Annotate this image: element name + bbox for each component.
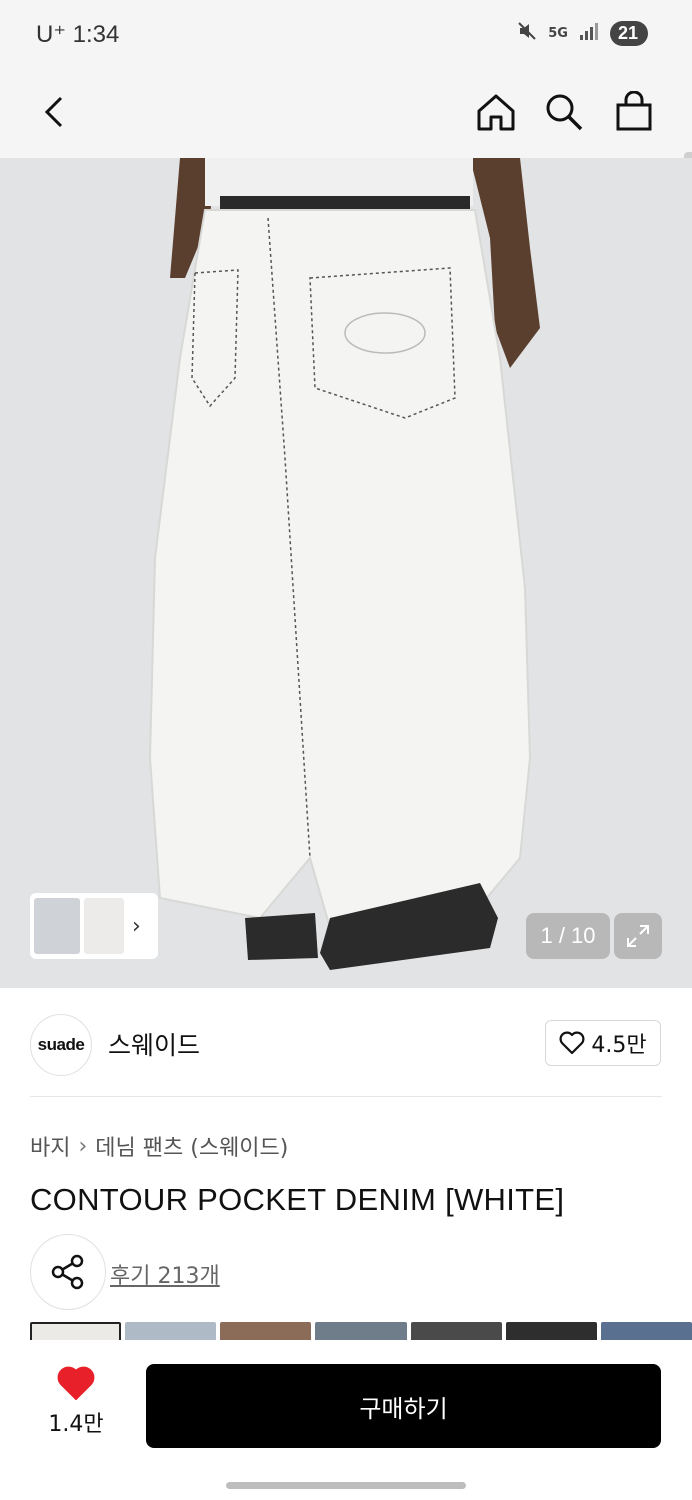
heart-outline-icon [559, 1031, 585, 1055]
bottom-action-bar: 1.4만 구매하기 [0, 1340, 692, 1500]
color-option[interactable] [505, 1322, 597, 1342]
divider [30, 1096, 662, 1097]
buy-button[interactable]: 구매하기 [146, 1364, 661, 1448]
wishlist-count: 1.4만 [48, 1412, 104, 1437]
thumbnail-image[interactable] [84, 898, 124, 954]
brand-like-count: 4.5만 [591, 1033, 647, 1058]
product-photo [0, 158, 692, 988]
search-icon [546, 94, 583, 131]
shopping-bag-icon [616, 91, 652, 131]
color-option[interactable] [410, 1322, 502, 1342]
product-image-gallery[interactable]: › 1 / 10 [0, 158, 692, 988]
signal-icon [578, 21, 600, 46]
status-icons: 5G 21 [516, 20, 648, 47]
app-header [0, 68, 692, 212]
network-label: 5G [548, 26, 568, 41]
color-option[interactable] [315, 1322, 407, 1342]
brand-row: suade 스웨이드 4.5만 [0, 1000, 692, 1096]
chevron-right-icon[interactable]: › [132, 914, 141, 939]
chevron-right-icon: › [78, 1133, 88, 1159]
expand-icon [627, 925, 649, 947]
breadcrumb-item[interactable]: 데님 팬츠 (스웨이드) [95, 1130, 288, 1162]
chevron-left-icon [44, 96, 63, 128]
review-link[interactable]: 후기 213개 [110, 1258, 220, 1290]
brand-name[interactable]: 스웨이드 [108, 1026, 200, 1062]
color-option[interactable] [600, 1322, 692, 1342]
home-indicator[interactable] [226, 1482, 466, 1489]
thumbnail-image[interactable] [34, 898, 80, 954]
wishlist-button[interactable]: 1.4만 [40, 1366, 112, 1446]
color-option[interactable] [220, 1322, 312, 1342]
color-option[interactable] [125, 1322, 217, 1342]
share-button[interactable] [30, 1234, 106, 1310]
color-option-strip [30, 1322, 692, 1342]
mute-icon [516, 20, 538, 47]
breadcrumb-item[interactable]: 바지 [30, 1130, 70, 1162]
color-option[interactable] [30, 1322, 122, 1342]
cart-button[interactable] [608, 86, 660, 138]
carrier-time: U⁺ 1:34 [36, 21, 120, 48]
search-button[interactable] [538, 86, 590, 138]
brand-like-button[interactable]: 4.5만 [545, 1020, 661, 1066]
battery-level: 21 [609, 21, 648, 46]
product-title: CONTOUR POCKET DENIM [WHITE] [30, 1182, 565, 1217]
brand-logo[interactable]: suade [30, 1014, 92, 1076]
share-icon [51, 1254, 84, 1290]
home-icon [477, 94, 515, 131]
breadcrumb: 바지 › 데님 팬츠 (스웨이드) [30, 1130, 288, 1162]
page-indicator: 1 / 10 [526, 913, 610, 959]
back-button[interactable] [28, 86, 80, 138]
status-bar: U⁺ 1:34 5G 21 [0, 0, 692, 68]
thumbnail-strip[interactable]: › [30, 893, 158, 959]
expand-button[interactable] [614, 913, 662, 959]
home-button[interactable] [470, 86, 522, 138]
heart-filled-icon [57, 1366, 95, 1400]
